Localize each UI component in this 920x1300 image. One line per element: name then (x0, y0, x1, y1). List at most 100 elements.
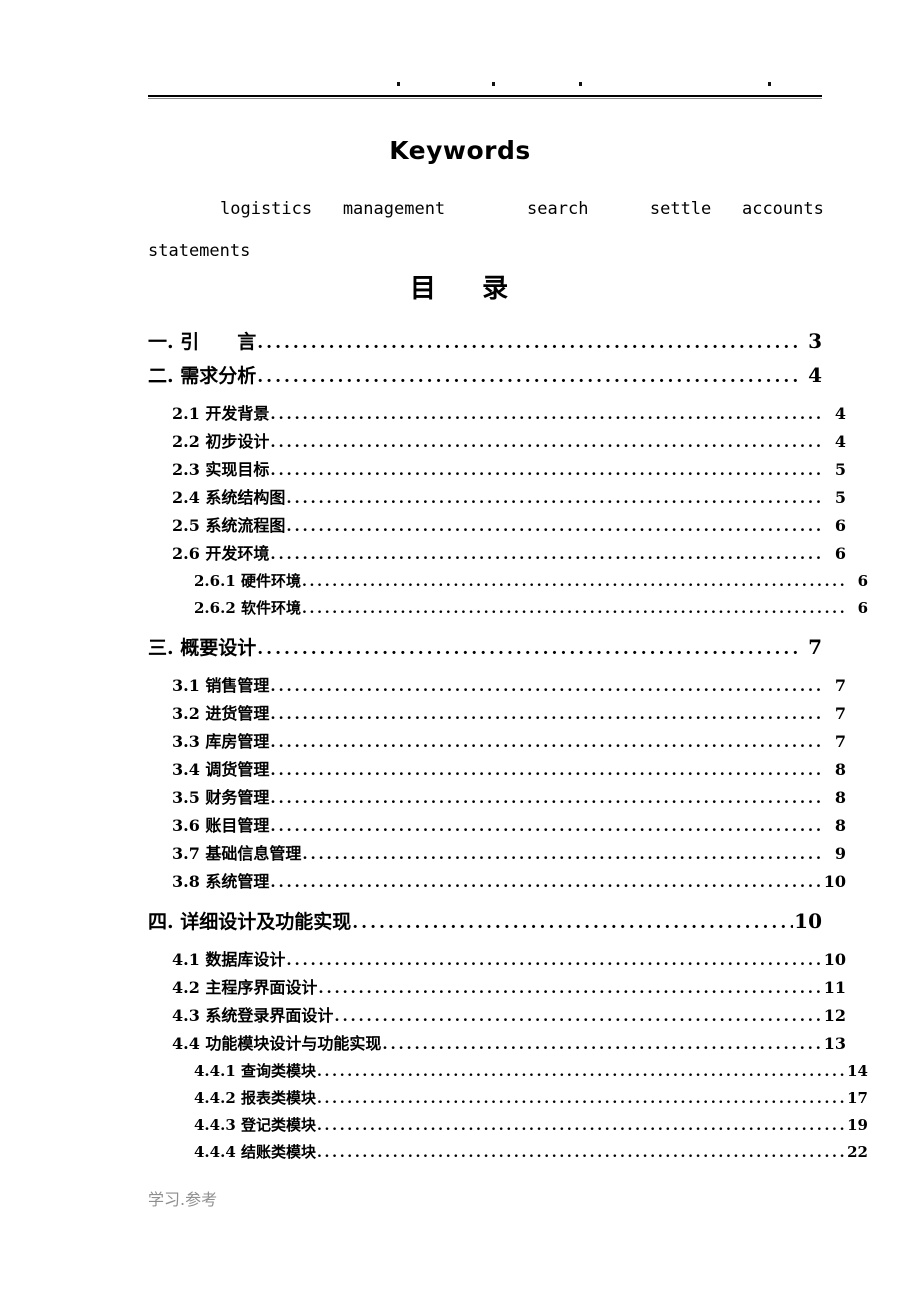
toc-entry-level-3[interactable]: 2.6.2 软件环境..............................… (148, 595, 868, 622)
toc-entry-label: 2.6.2 软件环境 (194, 599, 301, 617)
toc-entry-level-2[interactable]: 3.4 调货管理................................… (148, 756, 846, 784)
toc-entry-page-number: 4 (834, 404, 846, 423)
toc-dot-leader: ........................................… (270, 733, 825, 751)
toc-entry-level-3[interactable]: 4.4.1 查询类模块.............................… (148, 1058, 868, 1085)
toc-entry-level-2[interactable]: 3.8 系统管理................................… (148, 868, 846, 896)
toc-dot-leader: ........................................… (270, 873, 822, 891)
toc-entry-page-number: 4 (808, 363, 822, 387)
toc-entry-label: 4.2 主程序界面设计 (172, 978, 318, 997)
toc-entry-level-2[interactable]: 3.2 进货管理................................… (148, 700, 846, 728)
toc-entry-page-number: 6 (857, 599, 868, 617)
toc-entry-page-number: 8 (834, 788, 846, 807)
toc-entry-label: 4.1 数据库设计 (172, 950, 286, 969)
toc-entry-level-2[interactable]: 3.6 账目管理................................… (148, 812, 846, 840)
toc-entry-level-2[interactable]: 3.7 基础信息管理..............................… (148, 840, 846, 868)
toc-entry-level-2[interactable]: 2.6 开发环境................................… (148, 540, 846, 568)
toc-entry-page-number: 6 (834, 544, 846, 563)
toc-entry-page-number: 11 (823, 978, 846, 997)
toc-dot-leader: ........................................… (286, 951, 822, 969)
toc-entry-label: 3.6 账目管理 (172, 816, 270, 835)
toc-entry-label: 2.3 实现目标 (172, 460, 270, 479)
toc-entry-page-number: 7 (834, 732, 846, 751)
toc-entry-page-number: 9 (834, 844, 846, 863)
toc-dot-leader: ........................................… (316, 1145, 847, 1161)
toc-entry-level-2[interactable]: 4.3 系统登录界面设计............................… (148, 1002, 846, 1030)
toc-dot-leader: ........................................… (318, 979, 822, 997)
toc-entry-page-number: 22 (847, 1143, 868, 1161)
toc-entry-label: 2.4 系统结构图 (172, 488, 286, 507)
toc-list: 一. 引 言..................................… (148, 324, 868, 1166)
toc-dot-leader: ........................................… (270, 789, 825, 807)
toc-dot-leader: ........................................… (286, 489, 825, 507)
toc-entry-label: 2.2 初步设计 (172, 432, 270, 451)
toc-entry-label: 3.5 财务管理 (172, 788, 270, 807)
toc-entry-level-2[interactable]: 3.3 库房管理................................… (148, 728, 846, 756)
toc-dot-leader: ........................................… (270, 461, 825, 479)
toc-entry-label: 二. 需求分析 (148, 365, 257, 387)
toc-entry-label: 4.4.2 报表类模块 (194, 1089, 316, 1107)
toc-dot-leader: ........................................… (270, 433, 825, 451)
toc-entry-label: 3.2 进货管理 (172, 704, 270, 723)
toc-dot-leader: ........................................… (286, 517, 825, 535)
toc-dot-leader: ........................................… (382, 1035, 823, 1053)
toc-entry-page-number: 5 (834, 488, 846, 507)
toc-dot-leader: ........................................… (270, 405, 825, 423)
toc-dot-leader: ........................................… (270, 705, 825, 723)
toc-entry-level-3[interactable]: 4.4.4 结账类模块.............................… (148, 1139, 868, 1166)
toc-entry-level-1[interactable]: 二. 需求分析.................................… (148, 358, 822, 392)
toc-entry-level-3[interactable]: 2.6.1 硬件环境..............................… (148, 568, 868, 595)
toc-entry-page-number: 10 (794, 909, 822, 933)
toc-entry-level-1[interactable]: 三. 概要设计.................................… (148, 630, 822, 664)
toc-entry-label: 4.4.3 登记类模块 (194, 1116, 316, 1134)
toc-entry-level-3[interactable]: 4.4.2 报表类模块.............................… (148, 1085, 868, 1112)
toc-entry-label: 2.6.1 硬件环境 (194, 572, 301, 590)
keywords-line-2: statements (148, 241, 251, 261)
toc-entry-page-number: 4 (834, 432, 846, 451)
toc-entry-label: 4.4.1 查询类模块 (194, 1062, 316, 1080)
toc-entry-page-number: 7 (834, 704, 846, 723)
toc-entry-page-number: 10 (823, 872, 846, 891)
toc-dot-leader: ........................................… (301, 601, 848, 617)
toc-entry-page-number: 5 (834, 460, 846, 479)
toc-entry-page-number: 10 (823, 950, 846, 969)
toc-entry-level-2[interactable]: 2.2 初步设计................................… (148, 428, 846, 456)
toc-entry-page-number: 3 (808, 329, 822, 353)
toc-entry-level-2[interactable]: 4.4 功能模块设计与功能实现.........................… (148, 1030, 846, 1058)
header-tick-mark (768, 82, 772, 86)
toc-entry-level-3[interactable]: 4.4.3 登记类模块.............................… (148, 1112, 868, 1139)
toc-entry-page-number: 12 (823, 1006, 846, 1025)
toc-entry-page-number: 19 (847, 1116, 868, 1134)
toc-entry-label: 4.4 功能模块设计与功能实现 (172, 1034, 382, 1053)
toc-entry-label: 2.1 开发背景 (172, 404, 270, 423)
toc-dot-leader: ........................................… (270, 761, 825, 779)
toc-entry-level-2[interactable]: 4.1 数据库设计...............................… (148, 946, 846, 974)
toc-entry-level-2[interactable]: 4.2 主程序界面设计.............................… (148, 974, 846, 1002)
keywords-heading: Keywords (389, 136, 531, 165)
toc-entry-label: 一. 引 言 (148, 331, 257, 353)
toc-entry-level-2[interactable]: 3.5 财务管理................................… (148, 784, 846, 812)
toc-entry-level-2[interactable]: 2.3 实现目标................................… (148, 456, 846, 484)
toc-entry-page-number: 17 (847, 1089, 868, 1107)
toc-entry-page-number: 13 (823, 1034, 846, 1053)
toc-dot-leader: ........................................… (270, 817, 825, 835)
toc-entry-label: 4.3 系统登录界面设计 (172, 1006, 334, 1025)
toc-heading: 目 录 (409, 274, 511, 304)
header-tick-mark (579, 82, 583, 86)
toc-entry-page-number: 8 (834, 760, 846, 779)
toc-entry-level-2[interactable]: 2.5 系统流程图...............................… (148, 512, 846, 540)
toc-dot-leader: ........................................… (316, 1118, 847, 1134)
toc-dot-leader: ........................................… (316, 1064, 847, 1080)
toc-entry-label: 3.7 基础信息管理 (172, 844, 302, 863)
header-rule-shadow (148, 98, 822, 99)
toc-entry-page-number: 7 (808, 635, 822, 659)
toc-entry-level-2[interactable]: 3.1 销售管理................................… (148, 672, 846, 700)
header-tick-mark (491, 82, 495, 86)
keywords-line-1: logistics management search settle accou… (220, 199, 824, 219)
toc-entry-level-2[interactable]: 2.4 系统结构图...............................… (148, 484, 846, 512)
toc-entry-level-1[interactable]: 四. 详细设计及功能实现............................… (148, 904, 822, 938)
toc-entry-label: 3.1 销售管理 (172, 676, 270, 695)
toc-dot-leader: ........................................… (334, 1007, 822, 1025)
toc-entry-level-2[interactable]: 2.1 开发背景................................… (148, 400, 846, 428)
toc-dot-leader: ........................................… (257, 367, 797, 387)
toc-entry-level-1[interactable]: 一. 引 言..................................… (148, 324, 822, 358)
